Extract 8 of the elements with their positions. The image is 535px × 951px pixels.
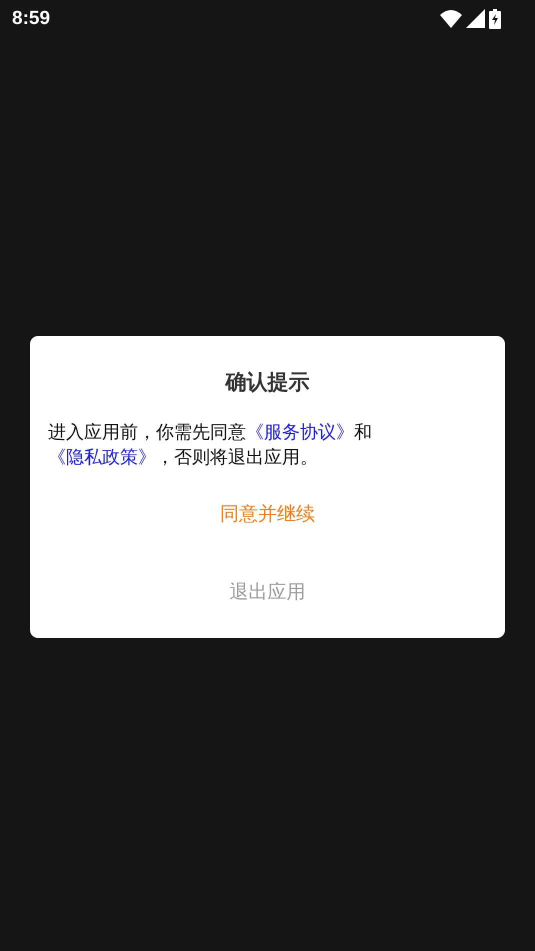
agreement-link[interactable]: 《隐私政策》 xyxy=(48,447,156,468)
battery-icon xyxy=(489,8,501,28)
clock-time: 8:59 xyxy=(12,8,52,30)
signal-icon xyxy=(466,9,485,28)
consent-message: 进入应用前，你需先同意《服务协议》和 《隐私政策》，否则将退出应用。 xyxy=(48,421,373,470)
dialog-title: 确认提示 xyxy=(226,369,310,396)
wifi-icon xyxy=(440,9,462,28)
agreement-link[interactable]: 《服务协议》 xyxy=(246,422,354,443)
